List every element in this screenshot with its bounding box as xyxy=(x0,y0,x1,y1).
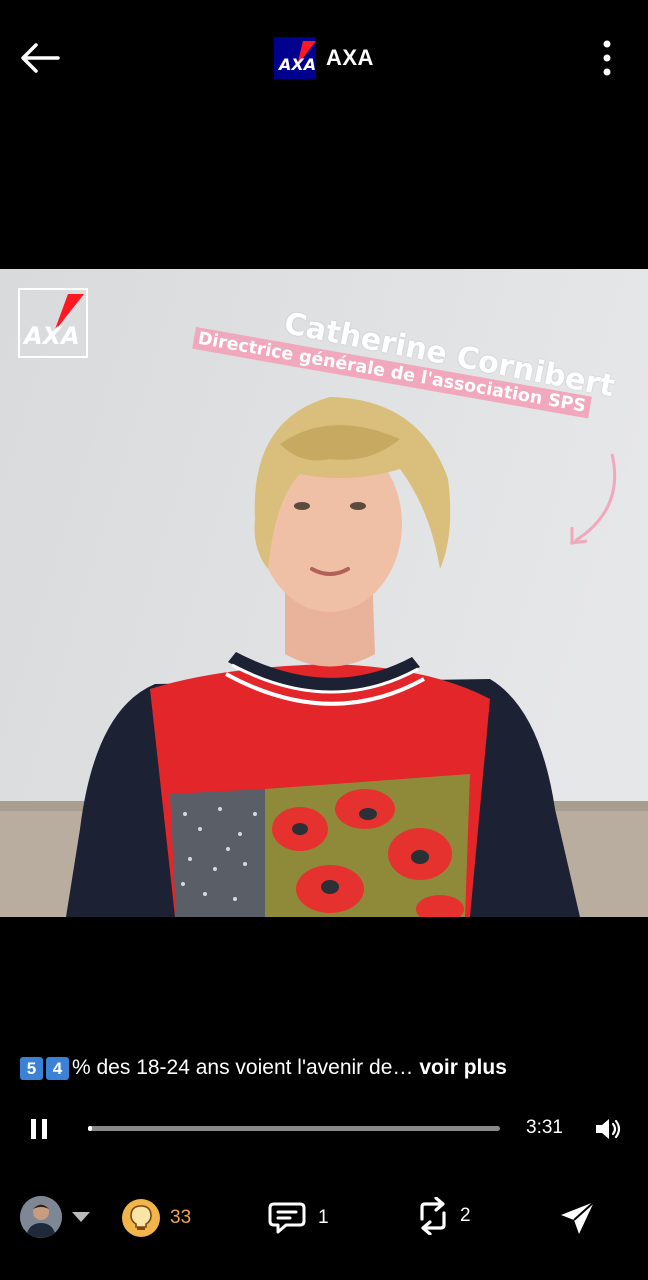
repost-icon xyxy=(420,1197,446,1235)
repost-button[interactable]: 2 xyxy=(416,1196,471,1236)
comments-count: 1 xyxy=(318,1207,329,1228)
top-bar: AXA AXA xyxy=(0,0,648,115)
volume-icon xyxy=(596,1119,621,1139)
axa-logo: AXA xyxy=(274,37,316,79)
video-time: 3:31 xyxy=(526,1117,563,1138)
post-actions: 33 1 2 xyxy=(0,1190,648,1246)
volume-button[interactable] xyxy=(594,1116,622,1142)
caption-text: % des 18-24 ans voient l'avenir de… xyxy=(72,1056,414,1079)
keycap-digit: 5 xyxy=(20,1056,43,1080)
reactions-count: 33 xyxy=(170,1207,192,1228)
post-caption[interactable]: 5 4 % des 18-24 ans voient l'avenir de… … xyxy=(20,1054,507,1082)
reposts-count: 2 xyxy=(460,1205,471,1226)
chevron-down-icon[interactable] xyxy=(71,1210,91,1224)
comment-icon xyxy=(268,1202,306,1234)
reactions-button[interactable]: 33 xyxy=(122,1197,191,1239)
keycap-digit: 4 xyxy=(46,1056,69,1080)
company-header[interactable]: AXA AXA xyxy=(274,37,374,79)
back-button[interactable] xyxy=(16,38,62,78)
more-vertical-icon xyxy=(603,40,611,76)
pause-icon xyxy=(31,1119,47,1139)
send-icon xyxy=(561,1201,595,1234)
send-button[interactable] xyxy=(558,1198,598,1238)
progress-fill xyxy=(88,1126,93,1131)
pause-button[interactable] xyxy=(29,1118,51,1140)
svg-text:AXA: AXA xyxy=(277,55,316,74)
comments-button[interactable]: 1 xyxy=(268,1198,329,1238)
video-axa-logo: AXA xyxy=(18,288,88,358)
more-options-button[interactable] xyxy=(594,38,620,78)
svg-text:AXA: AXA xyxy=(22,322,80,350)
arrow-left-icon xyxy=(21,43,60,73)
video-progress-bar[interactable] xyxy=(88,1126,500,1131)
lightbulb-icon xyxy=(122,1199,160,1237)
company-name: AXA xyxy=(326,45,374,70)
avatar[interactable] xyxy=(20,1196,62,1238)
see-more-link[interactable]: voir plus xyxy=(419,1056,507,1080)
